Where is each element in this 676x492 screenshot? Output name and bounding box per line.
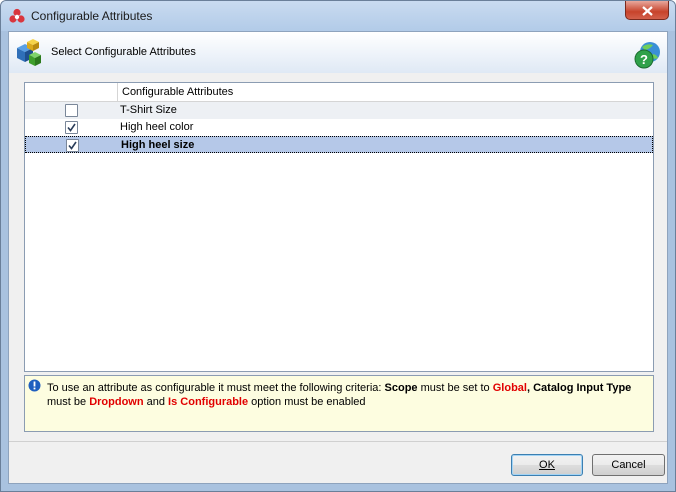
attribute-label: High heel color	[120, 121, 194, 133]
dialog-client-area: Select Configurable Attributes ? Configu…	[8, 31, 668, 484]
footer-divider	[9, 441, 667, 442]
attribute-label: T-Shirt Size	[120, 104, 177, 116]
header-title: Select Configurable Attributes	[51, 46, 196, 58]
dialog-header: Select Configurable Attributes ?	[9, 32, 667, 73]
attributes-grid[interactable]: Configurable Attributes T-Shirt Size Hig…	[24, 82, 654, 372]
cancel-button-label: Cancel	[611, 459, 646, 471]
attribute-checkbox[interactable]	[65, 104, 78, 117]
criteria-text: To use an attribute as configurable it m…	[47, 382, 632, 408]
ok-button-label: OK	[539, 459, 555, 471]
column-divider[interactable]	[117, 83, 118, 101]
cancel-button[interactable]: Cancel	[592, 454, 665, 476]
attribute-checkbox[interactable]	[65, 121, 78, 134]
grid-row-t-shirt-size[interactable]: T-Shirt Size	[25, 102, 653, 119]
criteria-info-box: To use an attribute as configurable it m…	[24, 375, 654, 432]
info-icon	[28, 379, 41, 392]
attribute-checkbox[interactable]	[66, 139, 79, 152]
app-logo-icon	[9, 8, 25, 23]
svg-text:?: ?	[640, 52, 648, 67]
window-title: Configurable Attributes	[31, 9, 153, 23]
dialog-window: Configurable Attributes Select Configura…	[0, 0, 676, 492]
grid-row-high-heel-color[interactable]: High heel color	[25, 119, 653, 136]
close-icon	[642, 6, 653, 16]
grid-row-high-heel-size[interactable]: High heel size	[25, 136, 653, 153]
checkmark-icon	[68, 141, 77, 150]
attribute-label: High heel size	[121, 139, 195, 151]
ok-button[interactable]: OK	[511, 454, 583, 476]
close-button[interactable]	[625, 1, 669, 20]
grid-header: Configurable Attributes	[25, 83, 653, 102]
checkmark-icon	[67, 123, 76, 132]
help-icon[interactable]: ?	[633, 40, 663, 70]
cubes-icon	[17, 39, 41, 66]
title-bar[interactable]: Configurable Attributes	[1, 1, 675, 31]
column-header-configurable-attributes[interactable]: Configurable Attributes	[122, 86, 233, 98]
